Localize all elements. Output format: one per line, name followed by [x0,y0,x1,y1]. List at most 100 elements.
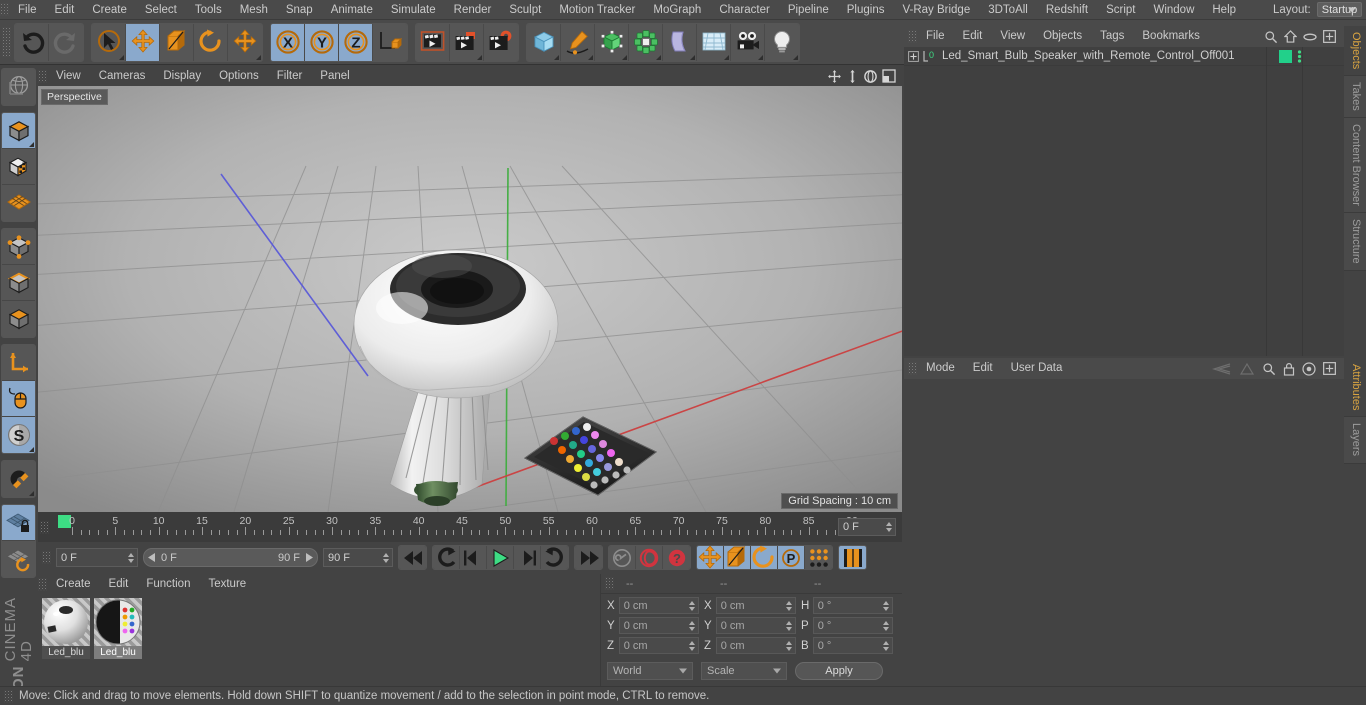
material-item[interactable]: Led_blu [94,598,142,659]
stepper-arrows-icon[interactable] [786,620,792,631]
coord-input-position[interactable]: 0 cm [618,617,699,634]
stepper-arrows-icon[interactable] [883,600,889,611]
expand-corner-icon[interactable] [622,54,627,60]
go-to-start-button[interactable] [399,546,426,569]
expand-corner-icon[interactable] [119,54,124,60]
workplane-lock-button[interactable] [2,505,35,541]
viewport-menu-options[interactable]: Options [210,66,268,86]
rotate-button[interactable] [194,23,228,61]
timeline-frame-field[interactable]: 0 F [838,518,896,536]
menu-edit[interactable]: Edit [46,0,84,20]
workplane-mode-button[interactable] [2,185,35,221]
object-menu-tags[interactable]: Tags [1091,26,1133,47]
add-deformer-button[interactable] [663,23,697,61]
coordinate-system-dropdown[interactable]: World [607,662,693,680]
add-camera-button[interactable] [731,23,765,61]
render-view-button[interactable] [416,23,450,61]
z-axis-lock-button[interactable]: Z [339,23,373,61]
object-tree[interactable]: 0 Led_Smart_Bulb_Speaker_with_Remote_Con… [904,47,1344,356]
y-axis-lock-button[interactable]: Y [305,23,339,61]
menu-grip[interactable] [0,3,9,16]
stepper-arrows-icon[interactable] [786,640,792,651]
attribute-menu-edit[interactable]: Edit [964,358,1002,379]
viewport-menu-cameras[interactable]: Cameras [90,66,155,86]
object-manager-grip[interactable] [908,30,917,43]
workplane-rotate-button[interactable] [2,541,35,577]
pan-view-icon[interactable] [827,69,842,84]
dynamic-place-button[interactable] [228,23,262,61]
stepper-arrows-icon[interactable] [786,600,792,611]
coord-input-size[interactable]: 0 cm [715,637,796,654]
menu-snap[interactable]: Snap [277,0,322,20]
coord-input-size[interactable]: 0 cm [715,617,796,634]
expand-corner-icon[interactable] [29,447,34,452]
material-menu-edit[interactable]: Edit [100,574,138,594]
expand-corner-icon[interactable] [29,491,34,496]
live-selection-button[interactable] [92,23,126,61]
end-frame-field[interactable]: 90 F [323,548,393,567]
world-object-coord-button[interactable] [373,23,407,61]
coord-input-position[interactable]: 0 cm [618,637,699,654]
menu-simulate[interactable]: Simulate [382,0,445,20]
add-cube-button[interactable] [527,23,561,61]
stepper-arrows-icon[interactable] [883,620,889,631]
edges-mode-button[interactable] [2,265,35,301]
ellipse-icon[interactable] [1303,32,1317,42]
apply-button[interactable]: Apply [795,662,883,680]
tab-objects[interactable]: Objects [1344,26,1366,77]
model-mode-button[interactable] [2,113,35,149]
attribute-menu-user-data[interactable]: User Data [1002,358,1072,379]
viewport-menu-panel[interactable]: Panel [311,66,358,86]
x-axis-lock-button[interactable]: X [271,23,305,61]
history-back-icon[interactable] [1212,362,1232,375]
material-item[interactable]: Led_blu [42,598,90,659]
expand-corner-icon[interactable] [554,54,559,60]
menu-plugins[interactable]: Plugins [838,0,894,20]
add-generator-button[interactable] [595,23,629,61]
transport-grip[interactable] [42,551,51,564]
position-key-button[interactable] [697,546,724,569]
expand-corner-icon[interactable] [793,54,798,60]
current-frame-field[interactable]: 0 F [56,548,138,567]
object-menu-bookmarks[interactable]: Bookmarks [1133,26,1209,47]
preview-range-slider[interactable]: 0 F 90 F [143,548,318,567]
viewport-menu-view[interactable]: View [47,66,90,86]
menu-mograph[interactable]: MoGraph [644,0,710,20]
object-tree-row[interactable]: 0 Led_Smart_Bulb_Speaker_with_Remote_Con… [904,47,1344,66]
parameter-key-button[interactable]: P [778,546,805,569]
coord-input-position[interactable]: 0 cm [618,597,699,614]
add-scene-floor-button[interactable] [697,23,731,61]
rotate-view-icon[interactable] [863,69,878,84]
menu-3dtoall[interactable]: 3DToAll [979,0,1037,20]
material-menu-texture[interactable]: Texture [199,574,255,594]
toolbar-grip[interactable] [2,27,11,57]
step-forward-button[interactable] [514,546,541,569]
tab-content-browser[interactable]: Content Browser [1344,118,1366,213]
dolly-view-icon[interactable] [846,69,859,84]
mode-tool-button[interactable] [2,69,35,105]
menu-file[interactable]: File [9,0,46,20]
stepper-arrows-icon[interactable] [128,552,134,563]
layout-dropdown[interactable]: Startup [1316,2,1363,17]
material-menu-function[interactable]: Function [137,574,199,594]
menu-window[interactable]: Window [1144,0,1203,20]
menu-select[interactable]: Select [136,0,186,20]
status-grip[interactable] [4,689,13,703]
stepper-arrows-icon[interactable] [886,522,892,532]
attribute-content[interactable] [904,379,1344,685]
menu-mesh[interactable]: Mesh [231,0,277,20]
move-button[interactable] [126,23,160,61]
stepper-arrows-icon[interactable] [383,552,389,563]
tab-structure[interactable]: Structure [1344,212,1366,271]
plus-box-icon[interactable] [1323,362,1336,375]
rotation-key-button[interactable] [751,546,778,569]
menu-motion-tracker[interactable]: Motion Tracker [550,0,644,20]
history-forward-icon[interactable] [1239,362,1255,375]
keyframe-selection-button[interactable]: ? [663,546,690,569]
timeline-grip[interactable] [40,520,49,534]
coord-input-rotation[interactable]: 0 ° [812,617,893,634]
menu-script[interactable]: Script [1097,0,1144,20]
texture-mode-button[interactable] [2,149,35,185]
stepper-arrows-icon[interactable] [883,640,889,651]
stepper-arrows-icon[interactable] [689,640,695,651]
